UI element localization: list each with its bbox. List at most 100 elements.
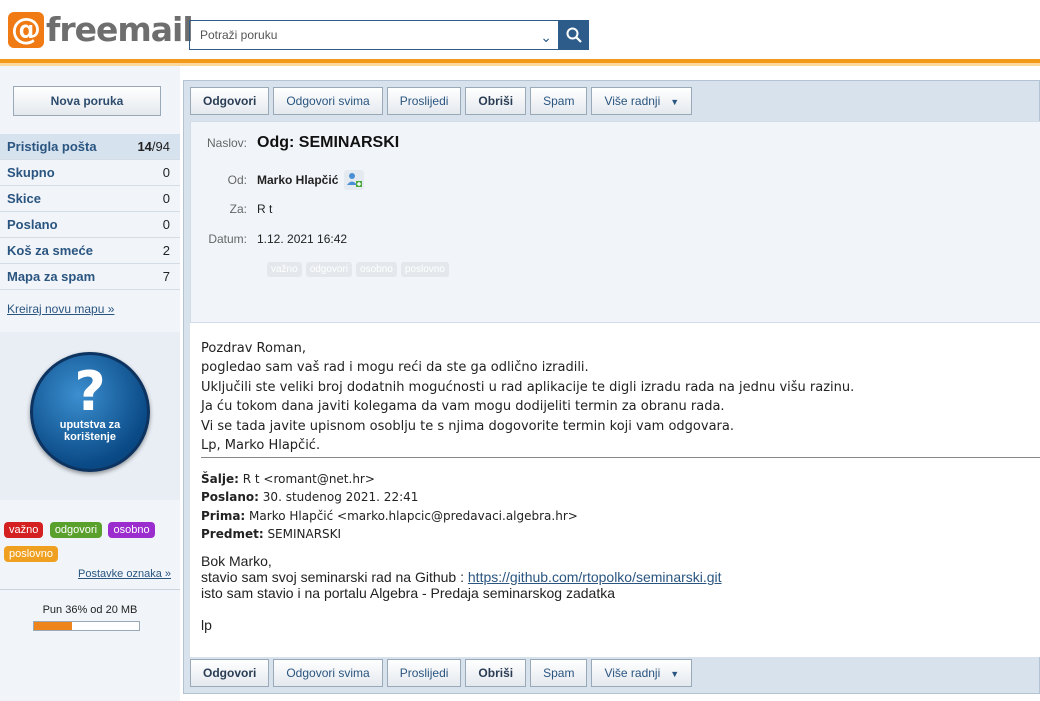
flag-tag-business[interactable]: poslovno [400, 262, 449, 277]
toolbar-bottom: Odgovori Odgovori svima Proslijedi Obriš… [190, 659, 693, 687]
help-line-2: korištenje [64, 431, 116, 443]
forward-button[interactable]: Proslijedi [386, 87, 462, 115]
reply-all-button[interactable]: Odgovori svima [273, 87, 383, 115]
reply-text: Pozdrav Roman, pogledao sam vaš rad i mo… [201, 339, 854, 455]
quota-progress-bar [33, 621, 140, 631]
reply-all-button[interactable]: Odgovori svima [273, 659, 383, 687]
to-label: Za: [229, 202, 247, 216]
folder-label: Mapa za spam [7, 269, 96, 284]
folder-count: 0 [162, 165, 170, 180]
tag-personal[interactable]: osobno [108, 522, 155, 538]
search-icon [566, 27, 582, 43]
message-header: Naslov: Odg: SEMINARSKI Od: Marko Hlapči… [190, 121, 1040, 323]
header: @ freemail Potraži poruku ⌄ [0, 0, 1040, 60]
question-mark-icon: ? [74, 360, 106, 423]
more-actions-label: Više radnji [604, 666, 661, 680]
quoted-line-1: stavio sam svoj seminarski rad na Github… [201, 569, 722, 585]
quota-progress-fill [34, 622, 72, 630]
from-row: Od: Marko Hlapčić [191, 170, 365, 190]
quoted-to: Marko Hlapčić <marko.hlapcic@predavaci.a… [245, 508, 578, 523]
freemail-logo[interactable]: @ freemail [8, 10, 194, 49]
create-folder-link[interactable]: Kreiraj novu mapu » [7, 302, 114, 316]
add-contact-icon[interactable] [344, 170, 365, 190]
folder-inbox[interactable]: Pristigla pošta 14/94 [0, 134, 180, 160]
quoted-sent: 30. studenog 2021. 22:41 [258, 490, 419, 505]
subject-label: Naslov: [206, 136, 247, 150]
quoted-line-1-text: stavio sam svoj seminarski rad na Github… [201, 569, 468, 585]
folder-drafts[interactable]: Skice 0 [0, 186, 180, 212]
toolbar-top: Odgovori Odgovori svima Proslijedi Obriš… [190, 87, 693, 115]
help-banner[interactable]: ? uputstva za korištenje [0, 332, 180, 500]
search-placeholder: Potraži poruku [200, 28, 278, 42]
folder-count: 14/94 [137, 139, 170, 154]
message-date: 1.12. 2021 16:42 [257, 232, 348, 246]
folder-count: 7 [162, 269, 170, 284]
search-input[interactable]: Potraži poruku ⌄ [189, 20, 559, 50]
folder-label: Skupno [7, 165, 55, 180]
folder-sent[interactable]: Poslano 0 [0, 212, 180, 238]
folder-label: Pristigla pošta [7, 139, 97, 154]
date-label: Datum: [208, 232, 247, 246]
help-icon: ? uputstva za korištenje [30, 352, 150, 472]
spam-button[interactable]: Spam [530, 659, 588, 687]
quoted-body: Bok Marko, stavio sam svoj seminarski ra… [201, 553, 722, 633]
folder-count: 2 [162, 243, 170, 258]
forward-button[interactable]: Proslijedi [386, 659, 462, 687]
flag-tag-personal[interactable]: osobno [356, 262, 397, 277]
quoted-sender: R t <romant@net.hr> [238, 472, 375, 486]
message-tag-selector: važno odgovori osobno poslovno [267, 262, 449, 277]
more-actions-dropdown[interactable]: Više radnji ▼ [591, 87, 693, 115]
flag-tag-important[interactable]: važno [267, 262, 302, 277]
quoted-sender-row: Šalje: R t <romant@net.hr> [201, 470, 578, 488]
tag-important[interactable]: važno [4, 522, 44, 538]
divider [0, 589, 180, 590]
quoted-subject: SEMINARSKI [263, 526, 342, 541]
tag-business[interactable]: poslovno [4, 546, 59, 562]
delete-button[interactable]: Obriši [465, 659, 527, 687]
tag-reply[interactable]: odgovori [49, 522, 103, 538]
folder-trash[interactable]: Koš za smeće 2 [0, 238, 180, 264]
body-line: Uključili ste veliki broj dodatnih moguć… [201, 379, 855, 395]
reply-button[interactable]: Odgovori [190, 87, 270, 115]
to-row: Za: R t [191, 202, 273, 216]
more-actions-dropdown[interactable]: Više radnji ▼ [591, 659, 693, 687]
quoted-sent-row: Poslano: 30. studenog 2021. 22:41 [201, 488, 578, 506]
message-subject: Odg: SEMINARSKI [257, 134, 400, 151]
reply-button[interactable]: Odgovori [190, 659, 270, 687]
quota-text: Pun 36% od 20 MB [42, 604, 138, 616]
sender-name[interactable]: Marko Hlapčić [257, 173, 338, 187]
message-panel: Odgovori Odgovori svima Proslijedi Obriš… [183, 80, 1040, 694]
message-body: Pozdrav Roman, pogledao sam vaš rad i mo… [190, 323, 1040, 657]
tag-settings-link[interactable]: Postavke oznaka » [78, 568, 171, 580]
github-link[interactable]: https://github.com/rtopolko/seminarski.g… [468, 569, 722, 585]
quoted-sent-label: Poslano: [201, 490, 259, 505]
folder-total-count: /94 [151, 139, 170, 154]
folder-label: Koš za smeće [7, 243, 93, 258]
folder-unread-count: 14 [137, 139, 152, 154]
spam-button[interactable]: Spam [530, 87, 588, 115]
help-line-1: uputstva za [59, 419, 121, 431]
folder-label: Poslano [7, 217, 58, 232]
folder-label: Skice [7, 191, 41, 206]
from-label: Od: [227, 173, 247, 187]
date-row: Datum: 1.12. 2021 16:42 [191, 232, 347, 246]
flag-tag-reply[interactable]: odgovori [305, 262, 353, 277]
folder-count: 0 [162, 217, 170, 232]
sidebar: Nova poruka Pristigla pošta 14/94 Skupno… [0, 66, 180, 701]
folder-count: 0 [162, 191, 170, 206]
new-message-button[interactable]: Nova poruka [13, 86, 161, 116]
quoted-greeting: Bok Marko, [201, 553, 272, 569]
quoted-header: Šalje: R t <romant@net.hr> Poslano: 30. … [201, 470, 578, 543]
body-line: Lp, Marko Hlapčić. [201, 438, 321, 454]
folder-shared[interactable]: Skupno 0 [0, 160, 180, 186]
folder-spam[interactable]: Mapa za spam 7 [0, 264, 180, 290]
delete-button[interactable]: Obriši [465, 87, 527, 115]
search-button[interactable] [559, 20, 589, 50]
body-line: Vi se tada javite upisnom osoblju te s n… [201, 418, 734, 434]
quoted-signature: lp [201, 617, 212, 633]
body-line: pogledao sam vaš rad i mogu reći da ste … [201, 360, 589, 376]
quoted-subject-label: Predmet: [201, 526, 264, 541]
body-line: Ja ću tokom dana javiti kolegama da vam … [201, 399, 725, 415]
chevron-down-icon[interactable]: ⌄ [540, 29, 552, 46]
